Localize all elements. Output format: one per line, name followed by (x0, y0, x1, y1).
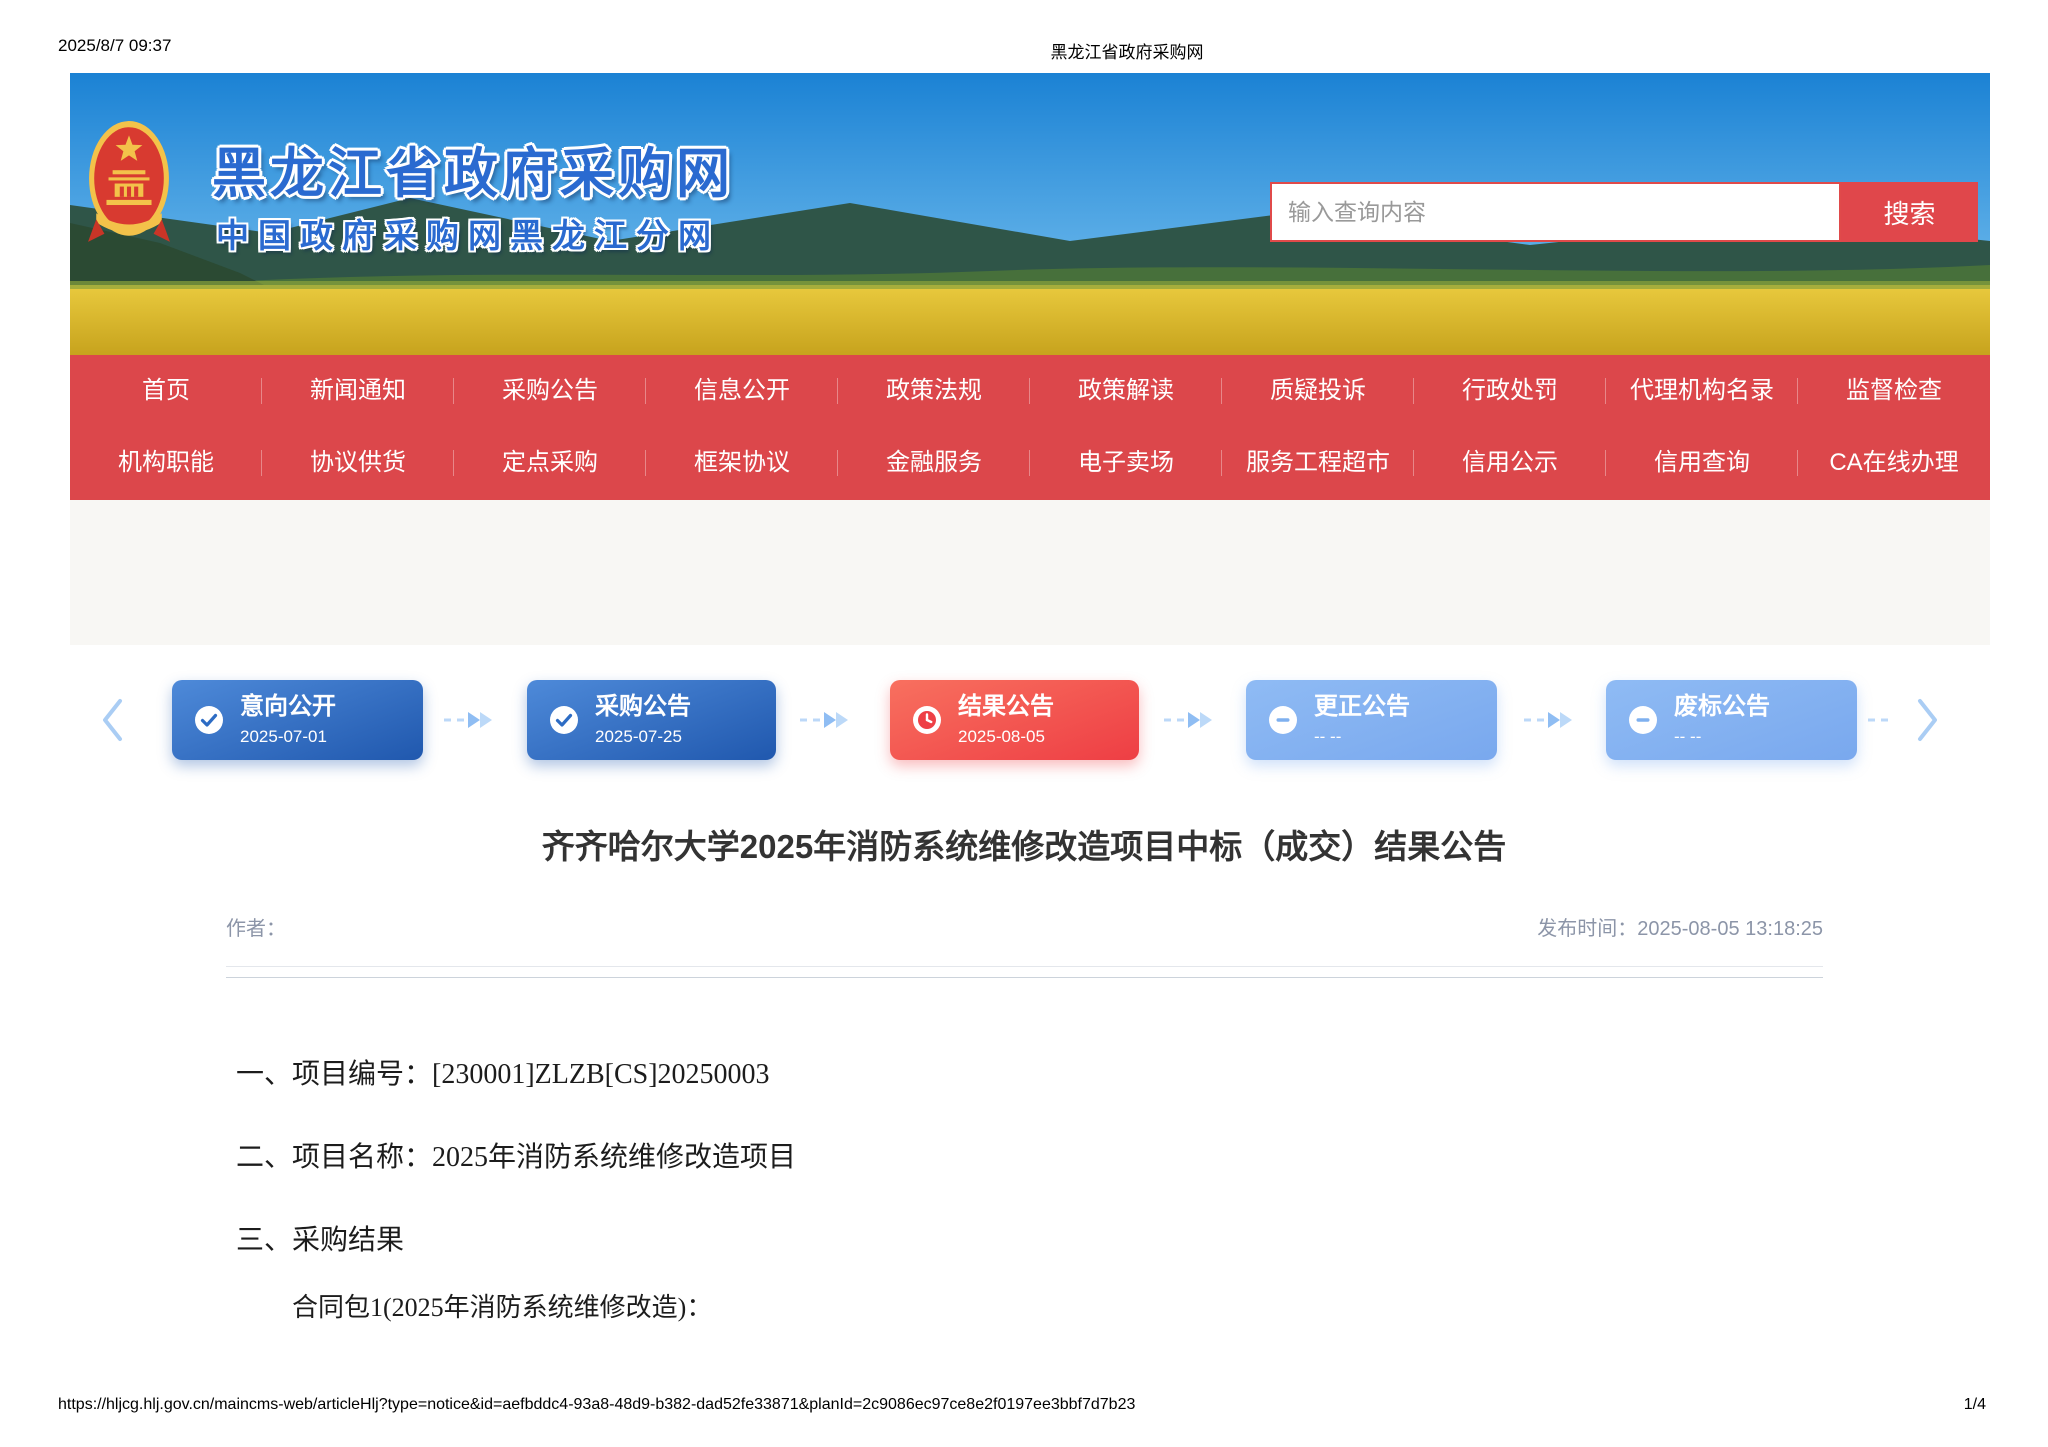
nav-row-2: 机构职能 协议供货 定点采购 框架协议 金融服务 电子卖场 服务工程超市 信用公… (70, 427, 1990, 499)
nav-item-home[interactable]: 首页 (70, 355, 262, 427)
step-arrow-icon (444, 712, 492, 728)
nav-item-agreement-supply[interactable]: 协议供货 (262, 427, 454, 499)
nav-item-policies[interactable]: 政策法规 (838, 355, 1030, 427)
nav-item-framework[interactable]: 框架协议 (646, 427, 838, 499)
timeline-step-intention[interactable]: 意向公开 2025-07-01 (172, 680, 423, 760)
main-nav: 首页 新闻通知 采购公告 信息公开 政策法规 政策解读 质疑投诉 行政处罚 代理… (70, 355, 1990, 500)
article-paragraph-project-name: 二、项目名称：2025年消防系统维修改造项目 (236, 1142, 797, 1173)
step-date: -- -- (1314, 727, 1342, 747)
nav-item-finance[interactable]: 金融服务 (838, 427, 1030, 499)
nav-row-1: 首页 新闻通知 采购公告 信息公开 政策法规 政策解读 质疑投诉 行政处罚 代理… (70, 355, 1990, 427)
minus-icon (1629, 706, 1657, 734)
print-footer-page-number: 1/4 (1963, 1396, 1986, 1413)
meta-divider-top (226, 966, 1823, 967)
check-icon (195, 706, 223, 734)
step-arrow-icon (1164, 712, 1212, 728)
nav-item-agency-directory[interactable]: 代理机构名录 (1606, 355, 1798, 427)
nav-item-ca-online[interactable]: CA在线办理 (1798, 427, 1990, 499)
nav-item-admin-penalty[interactable]: 行政处罚 (1414, 355, 1606, 427)
step-label: 采购公告 (595, 693, 691, 721)
publish-time-label: 发布时间： (1537, 918, 1638, 940)
article-paragraph-project-number: 一、项目编号：[230001]ZLZB[CS]20250003 (236, 1059, 770, 1090)
nav-item-complaints[interactable]: 质疑投诉 (1222, 355, 1414, 427)
sub-banner-strip (70, 500, 1990, 645)
article-paragraph-result-heading: 三、采购结果 (236, 1225, 405, 1256)
minus-icon (1269, 706, 1297, 734)
nav-item-info-disclosure[interactable]: 信息公开 (646, 355, 838, 427)
site-subtitle: 中国政府采购网黑龙江分网 (216, 217, 720, 254)
step-date: 2025-07-01 (240, 727, 327, 747)
step-dash-icon (1868, 718, 1890, 722)
stepper-prev-icon[interactable] (100, 698, 124, 742)
timeline-step-procurement[interactable]: 采购公告 2025-07-25 (527, 680, 776, 760)
publish-time: 发布时间：2025-08-05 13:18:25 (1537, 912, 1823, 941)
print-footer-url: https://hljcg.hlj.gov.cn/maincms-web/art… (58, 1396, 1136, 1413)
timeline-step-result[interactable]: 结果公告 2025-08-05 (890, 680, 1139, 760)
meta-divider-bottom (226, 977, 1823, 978)
nav-item-fixed-point[interactable]: 定点采购 (454, 427, 646, 499)
step-label: 更正公告 (1314, 693, 1410, 721)
search-bar: 搜索 (1270, 182, 1978, 242)
clock-icon (913, 706, 941, 734)
print-header-datetime: 2025/8/7 09:37 (58, 36, 172, 55)
step-label: 结果公告 (958, 693, 1054, 721)
check-icon (550, 706, 578, 734)
nav-item-e-mall[interactable]: 电子卖场 (1030, 427, 1222, 499)
nav-item-news[interactable]: 新闻通知 (262, 355, 454, 427)
nav-item-org-functions[interactable]: 机构职能 (70, 427, 262, 499)
nav-item-service-market[interactable]: 服务工程超市 (1222, 427, 1414, 499)
author-label: 作者： (226, 918, 286, 940)
nav-item-supervision[interactable]: 监督检查 (1798, 355, 1990, 427)
stepper-next-icon[interactable] (1916, 698, 1940, 742)
publish-time-value: 2025-08-05 13:18:25 (1637, 918, 1823, 940)
site-title: 黑龙江省政府采购网 (212, 144, 734, 204)
step-date: 2025-08-05 (958, 727, 1045, 747)
article-title: 齐齐哈尔大学2025年消防系统维修改造项目中标（成交）结果公告 (541, 828, 1507, 865)
site-banner: 黑龙江省政府采购网 中国政府采购网黑龙江分网 搜索 (70, 73, 1990, 355)
search-input[interactable] (1270, 182, 1841, 242)
search-button[interactable]: 搜索 (1841, 182, 1978, 242)
page: 2025/8/7 09:37 黑龙江省政府采购网 黑龙江省政府采购网 中国政府采… (0, 0, 2048, 1447)
step-arrow-icon (1524, 712, 1572, 728)
step-date: -- -- (1674, 727, 1702, 747)
timeline-step-cancellation[interactable]: 废标公告 -- -- (1606, 680, 1857, 760)
article-paragraph-contract-package: 合同包1(2025年消防系统维修改造)： (292, 1293, 713, 1322)
step-arrow-icon (800, 712, 848, 728)
print-header-title: 黑龙江省政府采购网 (1050, 43, 1204, 62)
timeline-step-correction[interactable]: 更正公告 -- -- (1246, 680, 1497, 760)
step-date: 2025-07-25 (595, 727, 682, 747)
nav-item-credit-query[interactable]: 信用查询 (1606, 427, 1798, 499)
step-label: 意向公开 (240, 693, 336, 721)
nav-item-procurement-notices[interactable]: 采购公告 (454, 355, 646, 427)
step-label: 废标公告 (1674, 693, 1770, 721)
nav-item-policy-interpretation[interactable]: 政策解读 (1030, 355, 1222, 427)
nav-item-credit-publicity[interactable]: 信用公示 (1414, 427, 1606, 499)
national-emblem-logo (88, 119, 170, 247)
